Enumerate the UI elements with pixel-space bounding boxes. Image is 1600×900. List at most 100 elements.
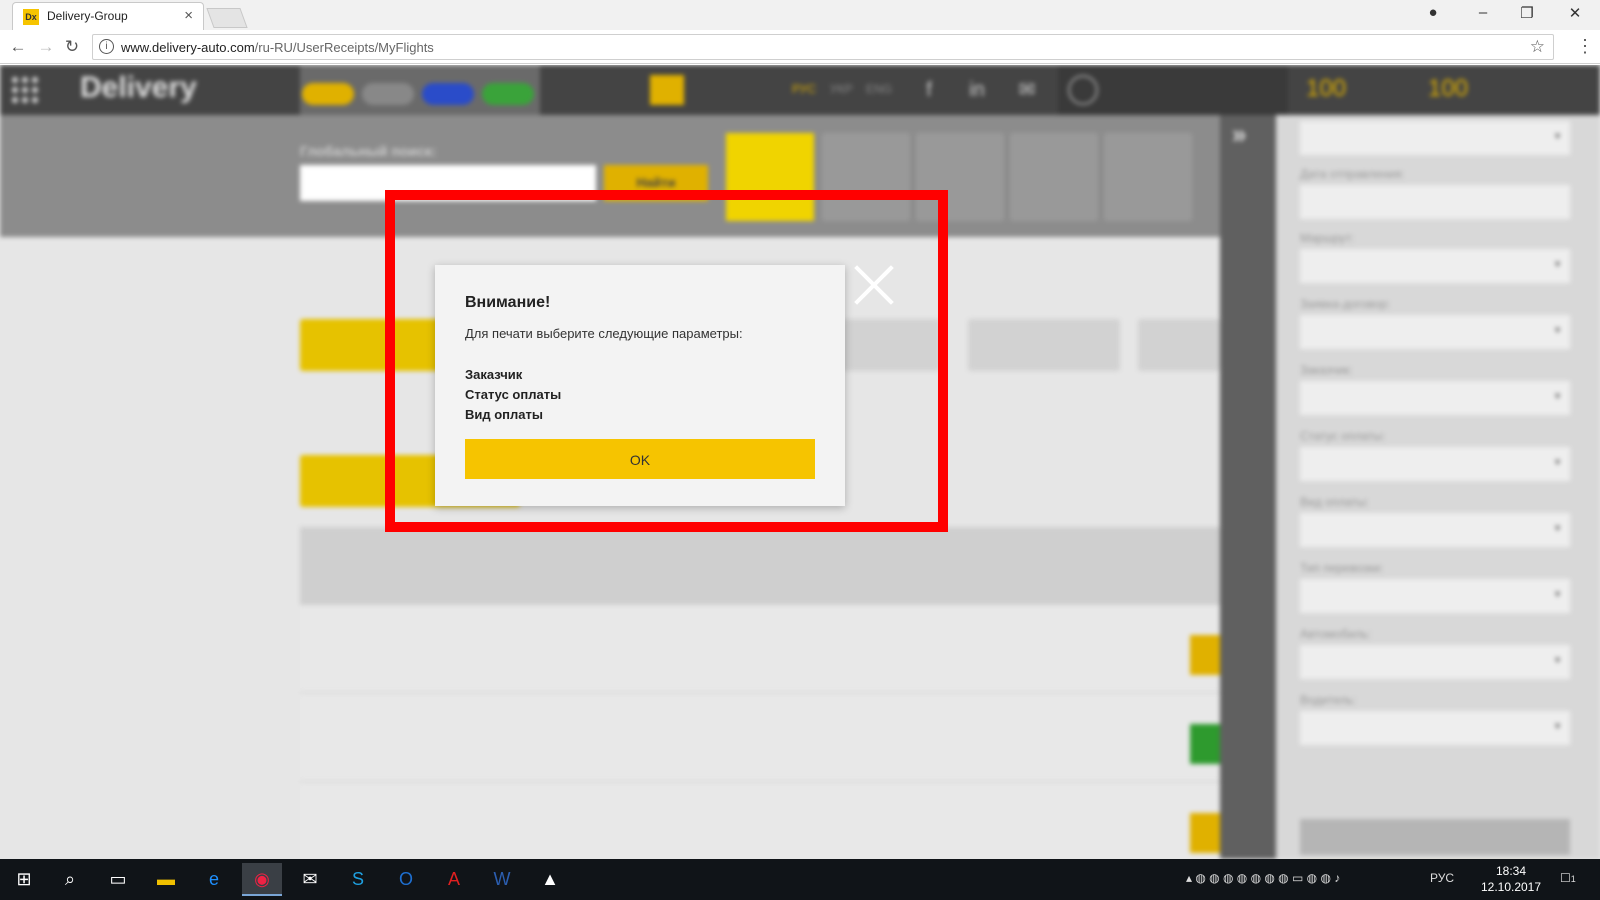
facebook-icon[interactable]: f (916, 77, 942, 103)
filter-payment-type-select[interactable]: ▼ (1300, 513, 1570, 547)
status-filter-closed[interactable] (968, 319, 1120, 371)
collapse-double-chevron-icon[interactable]: » (1232, 119, 1246, 150)
dialog-param-customer: Заказчик (465, 367, 523, 382)
print-params-dialog: Внимание! Для печати выберите следующие … (435, 265, 845, 506)
ok-button[interactable]: OK (465, 439, 815, 479)
bookmark-star-icon[interactable]: ☆ (1530, 37, 1545, 57)
chain-blue-icon (422, 83, 474, 105)
reset-filters-button[interactable] (1300, 819, 1570, 855)
filter-label-contract: Заявка-договор: (1300, 297, 1391, 311)
tray-icons[interactable]: ▴ ◍ ◍ ◍ ◍ ◍ ◍ ◍ ▭ ◍ ◍ ♪ (1186, 871, 1340, 885)
profile-icon[interactable]: ● (1418, 4, 1448, 21)
filter-label-driver: Водитель: (1300, 693, 1357, 707)
chevron-down-icon: ▼ (1553, 391, 1562, 401)
notifications-icon[interactable]: ☐1 (1560, 871, 1576, 885)
photos-icon[interactable]: ▲ (530, 863, 570, 896)
loyalty-badge-icon (650, 75, 684, 105)
tile-analytics[interactable] (1010, 133, 1098, 221)
file-explorer-icon[interactable]: ▬ (146, 863, 186, 896)
input-language[interactable]: РУС (1430, 871, 1454, 885)
dialog-param-payment-type: Вид оплаты (465, 407, 543, 422)
status-filter-refresh[interactable] (1138, 319, 1220, 371)
chrome-icon[interactable]: ◉ (242, 863, 282, 896)
loyalty-program[interactable] (650, 75, 790, 105)
filter-label-transport-type: Тип перевозки: (1300, 561, 1384, 575)
browser-tab-bar: Dx Delivery-Group × ● – ❐ ✕ (0, 0, 1600, 30)
filter-payment-status-select[interactable]: ▼ (1300, 447, 1570, 481)
outlook-icon[interactable]: O (386, 863, 426, 896)
dialog-close-icon[interactable] (852, 263, 896, 307)
word-icon[interactable]: W (482, 863, 522, 896)
clock-time: 18:34 (1495, 864, 1527, 878)
chain-grey-icon (362, 83, 414, 105)
tab-close-icon[interactable]: × (184, 7, 193, 24)
filter-label-payment-status: Статус оплаты: (1300, 429, 1386, 443)
mail-app-icon[interactable]: ✉ (290, 863, 330, 896)
filter-customer-select[interactable]: ▼ (1300, 381, 1570, 415)
chevron-down-icon: ▼ (1553, 457, 1562, 467)
skype-icon[interactable]: S (338, 863, 378, 896)
lang-en[interactable]: ENG (866, 82, 892, 96)
taskbar-clock[interactable]: 18:34 12.10.2017 (1480, 863, 1542, 895)
filters-panel: ▼ Дата отправления: Маршрут: ▼ Заявка-до… (1276, 115, 1600, 859)
filter-contract-select[interactable]: ▼ (1300, 315, 1570, 349)
filter-label-customer: Заказчик: (1300, 363, 1353, 377)
url-field[interactable]: i www.delivery-auto.com/ru-RU/UserReceip… (92, 34, 1554, 60)
reload-icon[interactable]: ↻ (62, 37, 82, 57)
balance-points: 100 (1306, 75, 1347, 102)
url-path: /ru-RU/UserReceipts/MyFlights (254, 40, 434, 55)
new-tab-button[interactable] (206, 8, 248, 28)
url-text: www.delivery-auto.com/ru-RU/UserReceipts… (121, 40, 434, 55)
flights-table-header (300, 527, 1220, 605)
dialog-param-payment-status: Статус оплаты (465, 387, 562, 402)
site-favicon-icon: Dx (23, 9, 39, 25)
internet-explorer-icon[interactable]: e (194, 863, 234, 896)
avatar (1068, 75, 1098, 105)
filter-label-date: Дата отправления: (1300, 167, 1405, 181)
forward-icon[interactable]: → (36, 37, 56, 57)
filter-label-payment-type: Вид оплаты: (1300, 495, 1370, 509)
table-row[interactable] (300, 694, 1230, 782)
clock-date: 12.10.2017 (1480, 880, 1542, 894)
search-icon[interactable]: ⌕ (50, 863, 90, 896)
lang-ua[interactable]: УКР (830, 82, 853, 96)
user-menu[interactable] (1058, 65, 1288, 115)
filter-transport-type-select[interactable]: ▼ (1300, 579, 1570, 613)
notifications-count: 1 (1570, 874, 1576, 884)
available-points: 100 (1428, 75, 1469, 102)
chevron-down-icon: ▼ (1553, 325, 1562, 335)
global-search-label: Глобальный поиск: (300, 143, 437, 159)
window-close-icon[interactable]: ✕ (1560, 4, 1590, 22)
filter-driver-select[interactable]: ▼ (1300, 711, 1570, 745)
table-row[interactable] (300, 605, 1230, 693)
back-icon[interactable]: ← (8, 37, 28, 57)
mail-icon[interactable]: ✉ (1014, 77, 1040, 103)
chevron-down-icon: ▼ (1553, 655, 1562, 665)
tab-title: Delivery-Group (47, 9, 128, 23)
browser-menu-icon[interactable]: ⋮ (1576, 36, 1594, 57)
task-view-icon[interactable]: ▭ (98, 863, 138, 896)
lang-ru[interactable]: РУС (792, 82, 816, 96)
filter-vehicle-select[interactable]: ▼ (1300, 645, 1570, 679)
acrobat-icon[interactable]: A (434, 863, 474, 896)
dialog-title: Внимание! (465, 294, 551, 311)
filter-label-route: Маршрут: (1300, 231, 1355, 245)
filter-route-select[interactable]: ▼ (1300, 249, 1570, 283)
minimize-icon[interactable]: – (1468, 4, 1498, 21)
site-info-icon[interactable]: i (99, 39, 114, 54)
windows-start-icon[interactable]: ⊞ (4, 863, 44, 896)
linkedin-icon[interactable]: in (964, 77, 990, 103)
url-domain: www.delivery-auto.com (121, 40, 255, 55)
chain-yellow-icon (302, 83, 354, 105)
restore-icon[interactable]: ❐ (1512, 4, 1542, 22)
table-row[interactable] (300, 783, 1230, 859)
chevron-down-icon: ▼ (1553, 259, 1562, 269)
filter-date-input[interactable] (1300, 185, 1570, 219)
dialog-message: Для печати выберите следующие параметры: (465, 326, 743, 341)
apps-grid-icon[interactable] (10, 75, 40, 105)
browser-tab[interactable]: Dx Delivery-Group × (12, 2, 204, 30)
filter-select[interactable]: ▼ (1300, 121, 1570, 155)
address-bar-row: ← → ↻ i www.delivery-auto.com/ru-RU/User… (0, 30, 1600, 64)
chain-green-icon (482, 83, 534, 105)
tile-investigations[interactable] (1104, 133, 1192, 221)
